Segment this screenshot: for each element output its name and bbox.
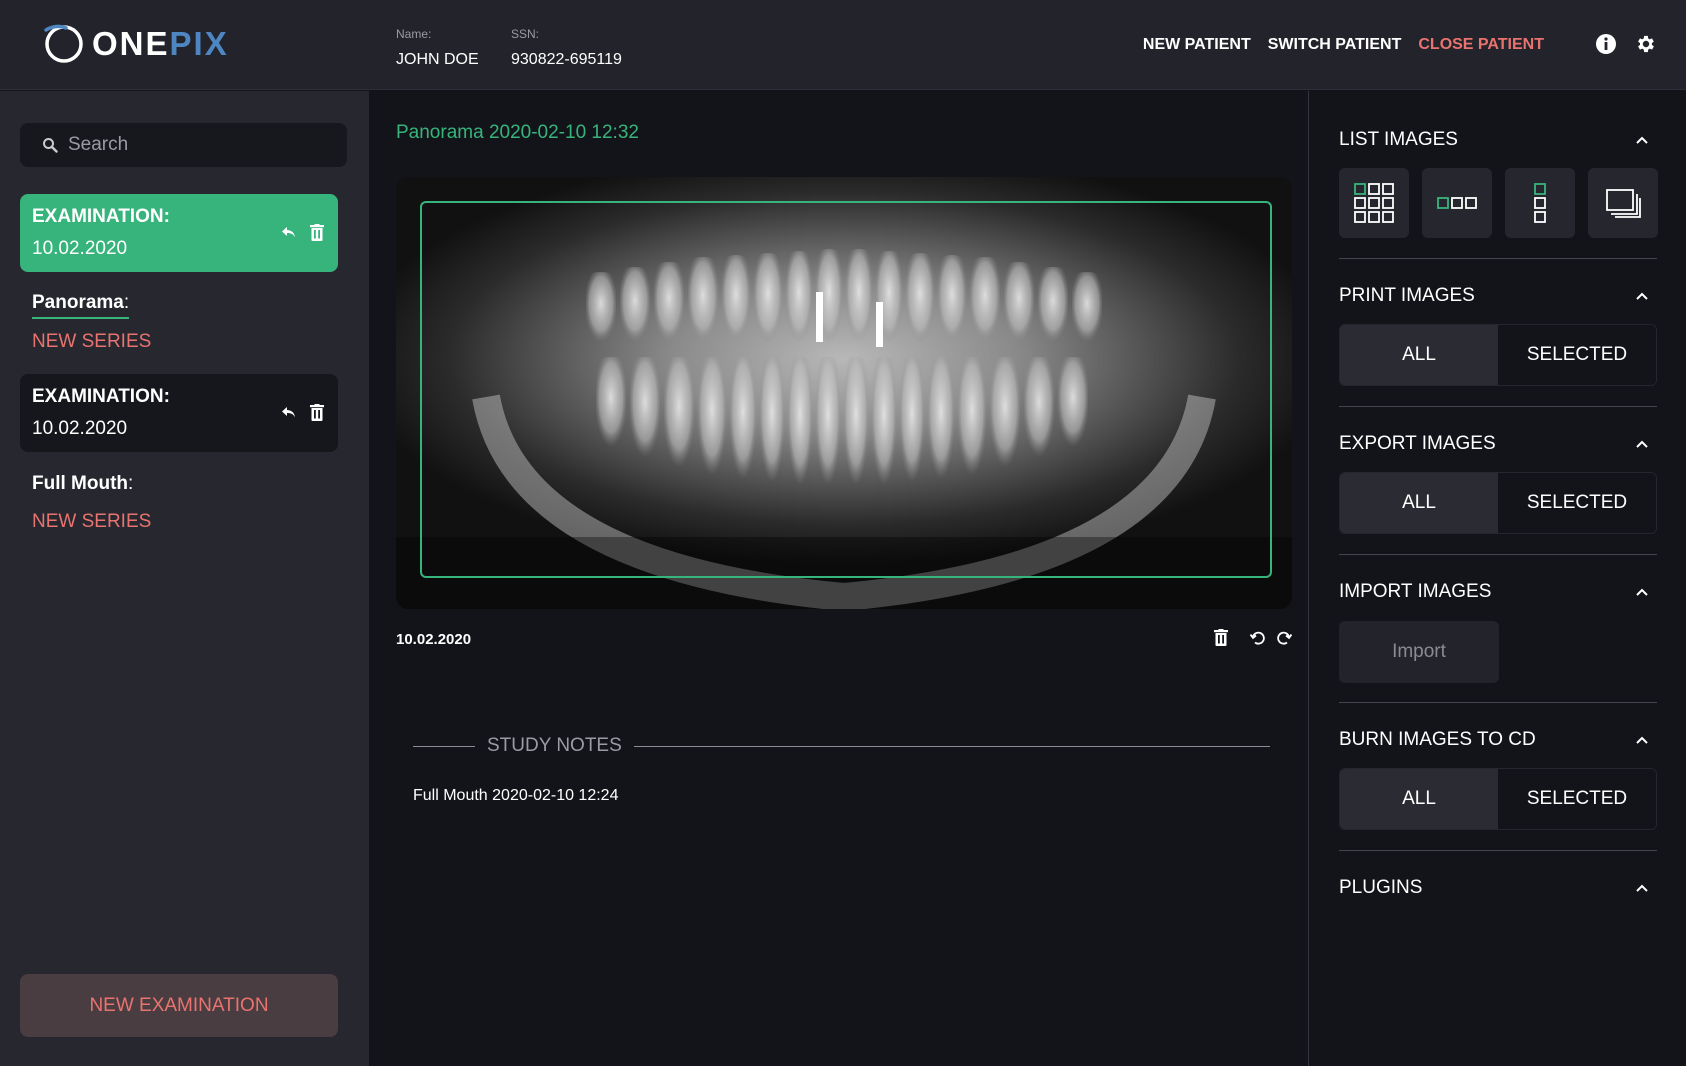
image-date: 10.02.2020	[396, 631, 472, 648]
switch-patient-button[interactable]: SWITCH PATIENT	[1268, 36, 1402, 54]
reply-icon[interactable]	[281, 226, 296, 239]
new-patient-button[interactable]: NEW PATIENT	[1143, 36, 1251, 54]
notes-divider-right	[633, 745, 1270, 747]
trash-icon[interactable]	[310, 404, 324, 421]
import-button[interactable]: Import	[1339, 621, 1499, 683]
column-view-icon	[1534, 183, 1546, 223]
image-title: Panorama 2020-02-10 12:32	[396, 122, 639, 143]
logo-text-pix: PIX	[169, 25, 229, 62]
grid-view-button[interactable]	[1339, 168, 1409, 238]
image-selection-frame[interactable]	[420, 201, 1272, 578]
print-images-toggle: ALL SELECTED	[1339, 324, 1657, 386]
export-all-button[interactable]: ALL	[1340, 473, 1498, 533]
series-panorama-text: Panorama	[32, 292, 124, 313]
stack-view-button[interactable]	[1588, 168, 1658, 238]
section-divider	[1339, 702, 1657, 703]
series-full-mouth-text: Full Mouth	[32, 473, 129, 494]
search-box[interactable]	[20, 123, 347, 167]
new-examination-button[interactable]: NEW EXAMINATION	[20, 974, 338, 1037]
series-full-mouth-label: Full Mouth:	[32, 473, 134, 494]
column-view-button[interactable]	[1505, 168, 1575, 238]
export-images-toggle: ALL SELECTED	[1339, 472, 1657, 534]
export-images-title: EXPORT IMAGES	[1339, 433, 1496, 454]
image-actions	[1214, 629, 1292, 646]
section-divider	[1339, 850, 1657, 851]
section-divider	[1339, 406, 1657, 407]
burn-images-title: BURN IMAGES TO CD	[1339, 729, 1536, 750]
chevron-up-icon[interactable]	[1634, 584, 1650, 600]
series-panorama-label: Panorama:	[32, 292, 130, 319]
row-view-icon	[1437, 197, 1477, 209]
print-selected-button[interactable]: SELECTED	[1498, 325, 1656, 385]
panoramic-xray-image[interactable]	[396, 177, 1292, 609]
patient-ssn-block: SSN: 930822-695119	[511, 27, 622, 69]
reply-icon[interactable]	[281, 406, 296, 419]
examination-label: EXAMINATION	[32, 386, 164, 407]
study-notes-title: STUDY NOTES	[487, 735, 622, 756]
study-notes-text: Full Mouth 2020-02-10 12:24	[413, 787, 619, 804]
chevron-up-icon[interactable]	[1634, 732, 1650, 748]
patient-nav: NEW PATIENT SWITCH PATIENT CLOSE PATIENT	[1143, 36, 1544, 54]
onepix-logo: ONEPIX	[42, 22, 229, 66]
logo-mark-icon	[44, 24, 83, 63]
burn-images-toggle: ALL SELECTED	[1339, 768, 1657, 830]
patient-name-block: Name: JOHN DOE	[396, 27, 479, 69]
stack-view-icon	[1606, 189, 1641, 218]
section-divider	[1339, 554, 1657, 555]
chevron-up-icon[interactable]	[1634, 880, 1650, 896]
print-images-title: PRINT IMAGES	[1339, 285, 1475, 306]
list-images-title: LIST IMAGES	[1339, 129, 1458, 150]
patient-name: JOHN DOE	[396, 51, 479, 68]
patient-ssn-label: SSN:	[511, 27, 540, 41]
new-series-full-mouth-link[interactable]: NEW SERIES	[32, 511, 151, 533]
chevron-up-icon[interactable]	[1634, 288, 1650, 304]
notes-divider-left	[413, 745, 475, 747]
new-series-panorama-link[interactable]: NEW SERIES	[32, 331, 151, 353]
trash-icon[interactable]	[1214, 629, 1228, 646]
close-patient-button[interactable]: CLOSE PATIENT	[1418, 36, 1544, 54]
print-all-button[interactable]: ALL	[1340, 325, 1498, 385]
logo-text-one: ONE	[92, 25, 170, 62]
rotate-left-icon[interactable]	[1250, 630, 1266, 646]
study-notes-header: STUDY NOTES	[413, 735, 1270, 757]
search-input[interactable]	[68, 134, 328, 156]
examination-date: 10.02.2020	[32, 418, 128, 439]
patient-name-label: Name:	[396, 27, 432, 41]
examination-card-1[interactable]: EXAMINATION: 10.02.2020	[20, 194, 338, 272]
plugins-title: PLUGINS	[1339, 877, 1423, 898]
left-sidebar: EXAMINATION: 10.02.2020 Panorama: NEW SE…	[0, 91, 369, 1066]
right-panel: LIST IMAGES PRINT IMAGES ALL SELECTED EX…	[1308, 91, 1686, 1066]
trash-icon[interactable]	[310, 224, 324, 241]
section-divider	[1339, 258, 1657, 259]
row-view-button[interactable]	[1422, 168, 1492, 238]
top-bar: ONEPIX Name: JOHN DOE SSN: 930822-695119…	[0, 0, 1686, 90]
patient-ssn: 930822-695119	[511, 51, 622, 68]
export-selected-button[interactable]: SELECTED	[1498, 473, 1656, 533]
examination-label: EXAMINATION	[32, 206, 164, 227]
import-images-title: IMPORT IMAGES	[1339, 581, 1492, 602]
search-icon	[43, 138, 58, 153]
examination-date: 10.02.2020	[32, 238, 128, 259]
burn-selected-button[interactable]: SELECTED	[1498, 769, 1656, 829]
info-icon[interactable]	[1595, 33, 1617, 55]
main-content: Panorama 2020-02-10 12:32 10.02.2020 STU…	[369, 91, 1308, 1066]
examination-card-2[interactable]: EXAMINATION: 10.02.2020	[20, 374, 338, 452]
chevron-up-icon[interactable]	[1634, 436, 1650, 452]
burn-all-button[interactable]: ALL	[1340, 769, 1498, 829]
chevron-up-icon[interactable]	[1634, 132, 1650, 148]
gear-icon[interactable]	[1635, 33, 1657, 55]
grid-view-icon	[1354, 183, 1394, 223]
rotate-right-icon[interactable]	[1276, 630, 1292, 646]
